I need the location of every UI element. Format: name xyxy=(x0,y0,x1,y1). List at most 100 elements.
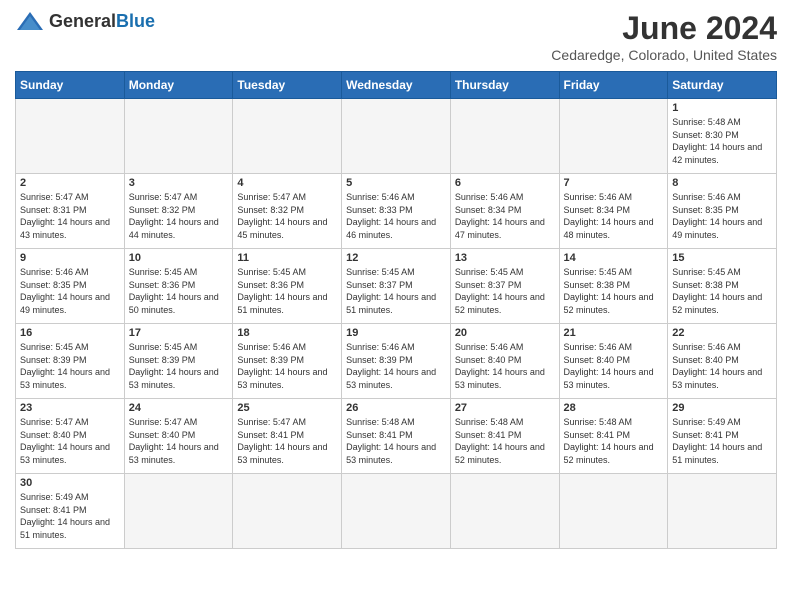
day-number: 16 xyxy=(20,327,120,339)
day-number: 11 xyxy=(237,252,337,264)
calendar-cell: 25Sunrise: 5:47 AMSunset: 8:41 PMDayligh… xyxy=(233,399,342,474)
calendar-cell: 9Sunrise: 5:46 AMSunset: 8:35 PMDaylight… xyxy=(16,249,125,324)
day-info: Sunrise: 5:47 AMSunset: 8:31 PMDaylight:… xyxy=(20,191,120,241)
day-info: Sunrise: 5:48 AMSunset: 8:30 PMDaylight:… xyxy=(672,116,772,166)
day-number: 4 xyxy=(237,177,337,189)
day-number: 28 xyxy=(564,402,664,414)
day-info: Sunrise: 5:46 AMSunset: 8:40 PMDaylight:… xyxy=(455,341,555,391)
calendar-cell xyxy=(559,99,668,174)
day-info: Sunrise: 5:47 AMSunset: 8:32 PMDaylight:… xyxy=(237,191,337,241)
day-number: 1 xyxy=(672,102,772,114)
calendar-cell: 14Sunrise: 5:45 AMSunset: 8:38 PMDayligh… xyxy=(559,249,668,324)
calendar-cell xyxy=(124,474,233,549)
calendar-week-5: 23 Sunrise: 5:47 AMSunset: 8:40 PMDayligh… xyxy=(16,399,777,474)
calendar-cell: 21Sunrise: 5:46 AMSunset: 8:40 PMDayligh… xyxy=(559,324,668,399)
calendar-cell: 1 Sunrise: 5:48 AMSunset: 8:30 PMDaylight… xyxy=(668,99,777,174)
calendar-cell: 10 Sunrise: 5:45 AMSunset: 8:36 PMDayligh… xyxy=(124,249,233,324)
calendar-cell xyxy=(16,99,125,174)
calendar-week-2: 2 Sunrise: 5:47 AMSunset: 8:31 PMDaylight… xyxy=(16,174,777,249)
day-info: Sunrise: 5:46 AMSunset: 8:39 PMDaylight:… xyxy=(237,341,337,391)
day-info: Sunrise: 5:45 AMSunset: 8:36 PMDaylight:… xyxy=(237,266,337,316)
calendar-cell xyxy=(233,474,342,549)
calendar-cell: 30 Sunrise: 5:49 AMSunset: 8:41 PMDayligh… xyxy=(16,474,125,549)
calendar-cell: 12 Sunrise: 5:45 AMSunset: 8:37 PMDayligh… xyxy=(342,249,451,324)
calendar-cell: 6 Sunrise: 5:46 AMSunset: 8:34 PMDaylight… xyxy=(450,174,559,249)
day-info: Sunrise: 5:49 AMSunset: 8:41 PMDaylight:… xyxy=(672,416,772,466)
weekday-friday: Friday xyxy=(559,72,668,99)
calendar-cell: 18 Sunrise: 5:46 AMSunset: 8:39 PMDayligh… xyxy=(233,324,342,399)
calendar-cell: 23 Sunrise: 5:47 AMSunset: 8:40 PMDayligh… xyxy=(16,399,125,474)
day-number: 20 xyxy=(455,327,555,339)
day-number: 15 xyxy=(672,252,772,264)
day-info: Sunrise: 5:49 AMSunset: 8:41 PMDaylight:… xyxy=(20,491,120,541)
day-number: 23 xyxy=(20,402,120,414)
day-number: 30 xyxy=(20,477,120,489)
day-number: 8 xyxy=(672,177,772,189)
day-info: Sunrise: 5:48 AMSunset: 8:41 PMDaylight:… xyxy=(455,416,555,466)
calendar-cell: 26 Sunrise: 5:48 AMSunset: 8:41 PMDayligh… xyxy=(342,399,451,474)
calendar-week-4: 16 Sunrise: 5:45 AMSunset: 8:39 PMDayligh… xyxy=(16,324,777,399)
page-header: GeneralBlue June 2024 Cedaredge, Colorad… xyxy=(15,10,777,63)
calendar-cell: 17Sunrise: 5:45 AMSunset: 8:39 PMDayligh… xyxy=(124,324,233,399)
day-info: Sunrise: 5:45 AMSunset: 8:38 PMDaylight:… xyxy=(672,266,772,316)
day-number: 14 xyxy=(564,252,664,264)
calendar-cell: 24Sunrise: 5:47 AMSunset: 8:40 PMDayligh… xyxy=(124,399,233,474)
day-number: 6 xyxy=(455,177,555,189)
logo: GeneralBlue xyxy=(15,10,155,34)
calendar-table: SundayMondayTuesdayWednesdayThursdayFrid… xyxy=(15,71,777,549)
calendar-cell: 4 Sunrise: 5:47 AMSunset: 8:32 PMDaylight… xyxy=(233,174,342,249)
weekday-sunday: Sunday xyxy=(16,72,125,99)
day-info: Sunrise: 5:47 AMSunset: 8:32 PMDaylight:… xyxy=(129,191,229,241)
day-info: Sunrise: 5:45 AMSunset: 8:36 PMDaylight:… xyxy=(129,266,229,316)
calendar-cell: 16 Sunrise: 5:45 AMSunset: 8:39 PMDayligh… xyxy=(16,324,125,399)
day-info: Sunrise: 5:45 AMSunset: 8:39 PMDaylight:… xyxy=(129,341,229,391)
day-info: Sunrise: 5:45 AMSunset: 8:39 PMDaylight:… xyxy=(20,341,120,391)
day-info: Sunrise: 5:46 AMSunset: 8:34 PMDaylight:… xyxy=(564,191,664,241)
day-info: Sunrise: 5:46 AMSunset: 8:35 PMDaylight:… xyxy=(20,266,120,316)
day-info: Sunrise: 5:47 AMSunset: 8:40 PMDaylight:… xyxy=(129,416,229,466)
calendar-cell: 7 Sunrise: 5:46 AMSunset: 8:34 PMDaylight… xyxy=(559,174,668,249)
location-title: Cedaredge, Colorado, United States xyxy=(551,47,777,63)
calendar-cell: 19 Sunrise: 5:46 AMSunset: 8:39 PMDayligh… xyxy=(342,324,451,399)
calendar-cell: 2 Sunrise: 5:47 AMSunset: 8:31 PMDaylight… xyxy=(16,174,125,249)
calendar-cell: 8 Sunrise: 5:46 AMSunset: 8:35 PMDaylight… xyxy=(668,174,777,249)
day-info: Sunrise: 5:46 AMSunset: 8:35 PMDaylight:… xyxy=(672,191,772,241)
day-number: 19 xyxy=(346,327,446,339)
day-number: 22 xyxy=(672,327,772,339)
day-info: Sunrise: 5:45 AMSunset: 8:37 PMDaylight:… xyxy=(455,266,555,316)
day-number: 5 xyxy=(346,177,446,189)
day-number: 26 xyxy=(346,402,446,414)
day-number: 7 xyxy=(564,177,664,189)
logo-icon xyxy=(15,10,45,34)
calendar-cell: 5Sunrise: 5:46 AMSunset: 8:33 PMDaylight… xyxy=(342,174,451,249)
weekday-header-row: SundayMondayTuesdayWednesdayThursdayFrid… xyxy=(16,72,777,99)
day-info: Sunrise: 5:46 AMSunset: 8:39 PMDaylight:… xyxy=(346,341,446,391)
day-info: Sunrise: 5:46 AMSunset: 8:34 PMDaylight:… xyxy=(455,191,555,241)
calendar-cell: 20 Sunrise: 5:46 AMSunset: 8:40 PMDayligh… xyxy=(450,324,559,399)
calendar-cell: 3 Sunrise: 5:47 AMSunset: 8:32 PMDaylight… xyxy=(124,174,233,249)
calendar-cell xyxy=(233,99,342,174)
calendar-cell: 28Sunrise: 5:48 AMSunset: 8:41 PMDayligh… xyxy=(559,399,668,474)
day-number: 3 xyxy=(129,177,229,189)
calendar-cell xyxy=(668,474,777,549)
day-number: 2 xyxy=(20,177,120,189)
weekday-wednesday: Wednesday xyxy=(342,72,451,99)
calendar-cell: 29Sunrise: 5:49 AMSunset: 8:41 PMDayligh… xyxy=(668,399,777,474)
day-info: Sunrise: 5:47 AMSunset: 8:40 PMDaylight:… xyxy=(20,416,120,466)
day-number: 25 xyxy=(237,402,337,414)
day-number: 18 xyxy=(237,327,337,339)
day-info: Sunrise: 5:45 AMSunset: 8:37 PMDaylight:… xyxy=(346,266,446,316)
logo-text: GeneralBlue xyxy=(49,12,155,32)
calendar-body: 1 Sunrise: 5:48 AMSunset: 8:30 PMDaylight… xyxy=(16,99,777,549)
day-number: 27 xyxy=(455,402,555,414)
title-area: June 2024 Cedaredge, Colorado, United St… xyxy=(551,10,777,63)
day-number: 12 xyxy=(346,252,446,264)
weekday-tuesday: Tuesday xyxy=(233,72,342,99)
calendar-cell: 22Sunrise: 5:46 AMSunset: 8:40 PMDayligh… xyxy=(668,324,777,399)
weekday-monday: Monday xyxy=(124,72,233,99)
calendar-cell: 15 Sunrise: 5:45 AMSunset: 8:38 PMDayligh… xyxy=(668,249,777,324)
calendar-cell: 13Sunrise: 5:45 AMSunset: 8:37 PMDayligh… xyxy=(450,249,559,324)
day-number: 10 xyxy=(129,252,229,264)
calendar-week-3: 9Sunrise: 5:46 AMSunset: 8:35 PMDaylight… xyxy=(16,249,777,324)
day-info: Sunrise: 5:48 AMSunset: 8:41 PMDaylight:… xyxy=(346,416,446,466)
